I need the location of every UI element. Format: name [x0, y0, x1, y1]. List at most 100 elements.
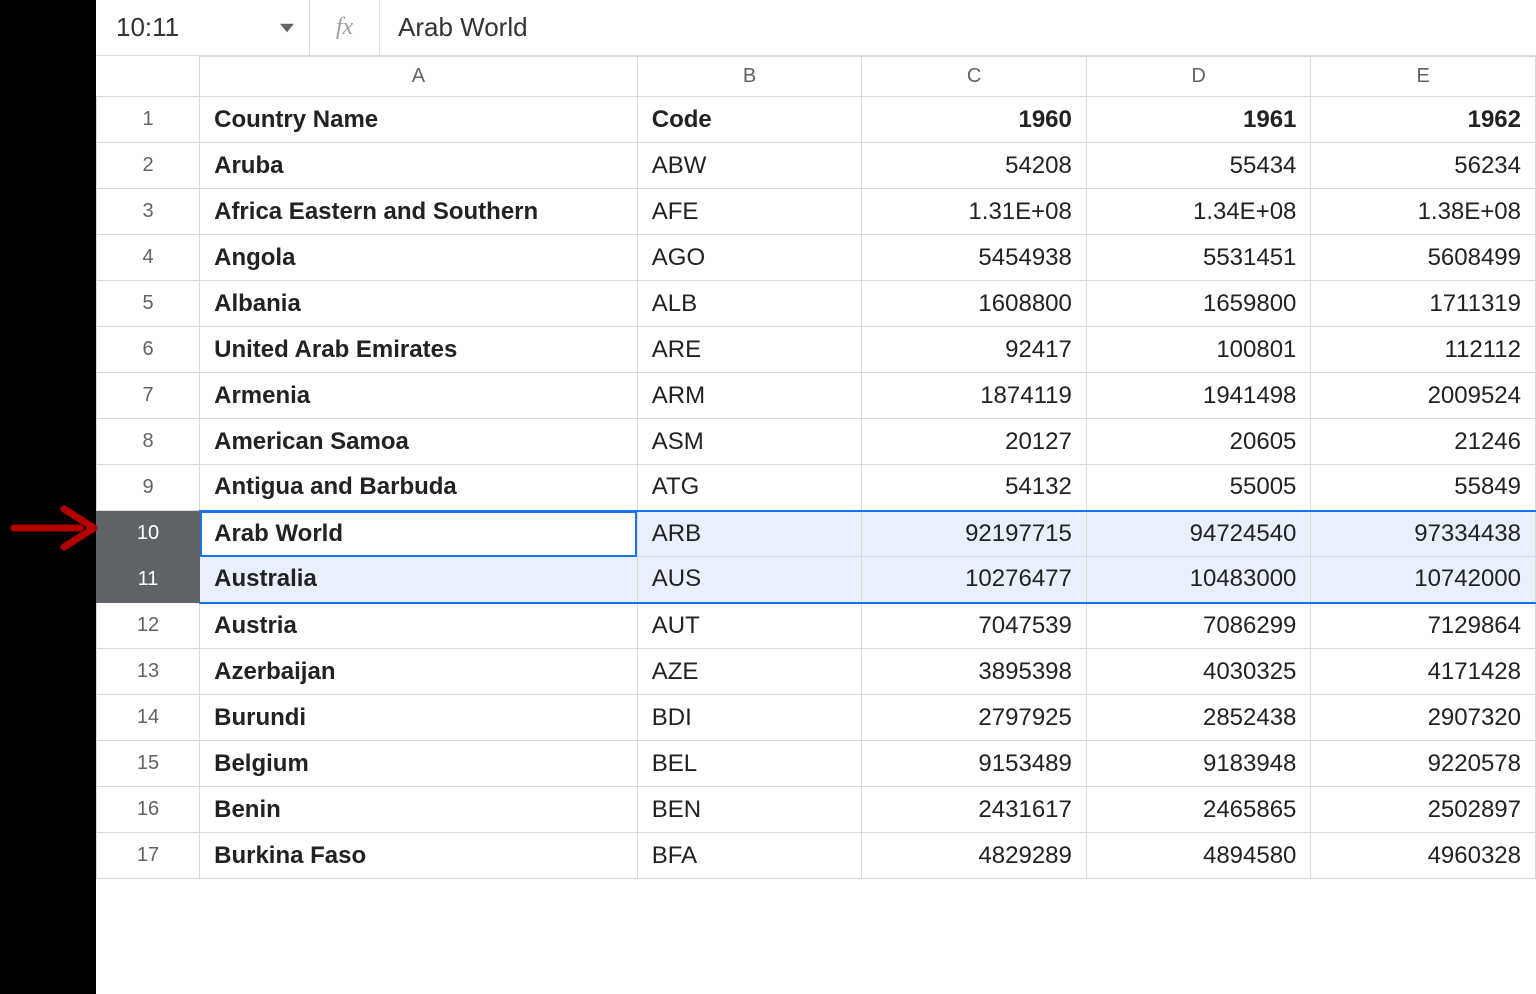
cell-B1[interactable]: Code: [637, 97, 862, 143]
cell-D5[interactable]: 1659800: [1086, 281, 1311, 327]
cell-C13[interactable]: 3895398: [862, 649, 1087, 695]
cell-E7[interactable]: 2009524: [1311, 373, 1536, 419]
cell-D7[interactable]: 1941498: [1086, 373, 1311, 419]
name-box-dropdown-icon[interactable]: [275, 15, 299, 41]
cell-D10[interactable]: 94724540: [1086, 511, 1311, 557]
row-header-10[interactable]: 10: [97, 511, 200, 557]
row-header-11[interactable]: 11: [97, 557, 200, 603]
cell-A2[interactable]: Aruba: [200, 143, 638, 189]
cell-A16[interactable]: Benin: [200, 787, 638, 833]
cell-D3[interactable]: 1.34E+08: [1086, 189, 1311, 235]
row-header-13[interactable]: 13: [97, 649, 200, 695]
cell-C11[interactable]: 10276477: [862, 557, 1087, 603]
cell-D9[interactable]: 55005: [1086, 465, 1311, 511]
cell-B14[interactable]: BDI: [637, 695, 862, 741]
cell-C12[interactable]: 7047539: [862, 603, 1087, 649]
row-header-12[interactable]: 12: [97, 603, 200, 649]
row-header-6[interactable]: 6: [97, 327, 200, 373]
cell-A1[interactable]: Country Name: [200, 97, 638, 143]
cell-D14[interactable]: 2852438: [1086, 695, 1311, 741]
column-header-B[interactable]: B: [637, 57, 862, 97]
cell-D12[interactable]: 7086299: [1086, 603, 1311, 649]
cell-A12[interactable]: Austria: [200, 603, 638, 649]
cell-D17[interactable]: 4894580: [1086, 833, 1311, 879]
cell-A3[interactable]: Africa Eastern and Southern: [200, 189, 638, 235]
cell-C6[interactable]: 92417: [862, 327, 1087, 373]
cell-B4[interactable]: AGO: [637, 235, 862, 281]
row-header-8[interactable]: 8: [97, 419, 200, 465]
cell-B17[interactable]: BFA: [637, 833, 862, 879]
spreadsheet-grid[interactable]: A B C D E 1Country NameCode196019611962 2…: [96, 56, 1536, 994]
row-header-1[interactable]: 1: [97, 97, 200, 143]
cell-A11[interactable]: Australia: [200, 557, 638, 603]
cell-D15[interactable]: 9183948: [1086, 741, 1311, 787]
cell-B8[interactable]: ASM: [637, 419, 862, 465]
cell-C3[interactable]: 1.31E+08: [862, 189, 1087, 235]
cell-A9[interactable]: Antigua and Barbuda: [200, 465, 638, 511]
column-header-E[interactable]: E: [1311, 57, 1536, 97]
cell-C5[interactable]: 1608800: [862, 281, 1087, 327]
cell-E3[interactable]: 1.38E+08: [1311, 189, 1536, 235]
cell-B16[interactable]: BEN: [637, 787, 862, 833]
cell-B6[interactable]: ARE: [637, 327, 862, 373]
cell-E13[interactable]: 4171428: [1311, 649, 1536, 695]
cell-B2[interactable]: ABW: [637, 143, 862, 189]
cell-B7[interactable]: ARM: [637, 373, 862, 419]
cell-A10[interactable]: Arab World: [200, 511, 638, 557]
cell-D1[interactable]: 1961: [1086, 97, 1311, 143]
cell-B5[interactable]: ALB: [637, 281, 862, 327]
select-all-corner[interactable]: [97, 57, 200, 97]
row-header-7[interactable]: 7: [97, 373, 200, 419]
row-header-2[interactable]: 2: [97, 143, 200, 189]
cell-A13[interactable]: Azerbaijan: [200, 649, 638, 695]
row-header-9[interactable]: 9: [97, 465, 200, 511]
cell-D8[interactable]: 20605: [1086, 419, 1311, 465]
cell-E8[interactable]: 21246: [1311, 419, 1536, 465]
column-header-C[interactable]: C: [862, 57, 1087, 97]
cell-B10[interactable]: ARB: [637, 511, 862, 557]
cell-E1[interactable]: 1962: [1311, 97, 1536, 143]
row-header-14[interactable]: 14: [97, 695, 200, 741]
cell-C17[interactable]: 4829289: [862, 833, 1087, 879]
cell-E17[interactable]: 4960328: [1311, 833, 1536, 879]
row-header-17[interactable]: 17: [97, 833, 200, 879]
cell-E2[interactable]: 56234: [1311, 143, 1536, 189]
cell-A8[interactable]: American Samoa: [200, 419, 638, 465]
cell-C14[interactable]: 2797925: [862, 695, 1087, 741]
cell-E12[interactable]: 7129864: [1311, 603, 1536, 649]
cell-D16[interactable]: 2465865: [1086, 787, 1311, 833]
row-header-5[interactable]: 5: [97, 281, 200, 327]
cell-E14[interactable]: 2907320: [1311, 695, 1536, 741]
cell-A6[interactable]: United Arab Emirates: [200, 327, 638, 373]
cell-E6[interactable]: 112112: [1311, 327, 1536, 373]
cell-B13[interactable]: AZE: [637, 649, 862, 695]
cell-A17[interactable]: Burkina Faso: [200, 833, 638, 879]
row-header-16[interactable]: 16: [97, 787, 200, 833]
row-header-3[interactable]: 3: [97, 189, 200, 235]
cell-B12[interactable]: AUT: [637, 603, 862, 649]
name-box[interactable]: 10:11: [96, 0, 310, 55]
cell-C7[interactable]: 1874119: [862, 373, 1087, 419]
cell-B9[interactable]: ATG: [637, 465, 862, 511]
cell-D6[interactable]: 100801: [1086, 327, 1311, 373]
cell-C1[interactable]: 1960: [862, 97, 1087, 143]
cell-B15[interactable]: BEL: [637, 741, 862, 787]
cell-E9[interactable]: 55849: [1311, 465, 1536, 511]
cell-C16[interactable]: 2431617: [862, 787, 1087, 833]
cell-E4[interactable]: 5608499: [1311, 235, 1536, 281]
column-header-D[interactable]: D: [1086, 57, 1311, 97]
cell-D13[interactable]: 4030325: [1086, 649, 1311, 695]
cell-E16[interactable]: 2502897: [1311, 787, 1536, 833]
cell-A15[interactable]: Belgium: [200, 741, 638, 787]
column-header-A[interactable]: A: [200, 57, 638, 97]
cell-C8[interactable]: 20127: [862, 419, 1087, 465]
formula-input[interactable]: Arab World: [380, 12, 1536, 43]
cell-C10[interactable]: 92197715: [862, 511, 1087, 557]
cell-A5[interactable]: Albania: [200, 281, 638, 327]
cell-A4[interactable]: Angola: [200, 235, 638, 281]
cell-C15[interactable]: 9153489: [862, 741, 1087, 787]
cell-A7[interactable]: Armenia: [200, 373, 638, 419]
cell-C9[interactable]: 54132: [862, 465, 1087, 511]
cell-E15[interactable]: 9220578: [1311, 741, 1536, 787]
cell-D4[interactable]: 5531451: [1086, 235, 1311, 281]
